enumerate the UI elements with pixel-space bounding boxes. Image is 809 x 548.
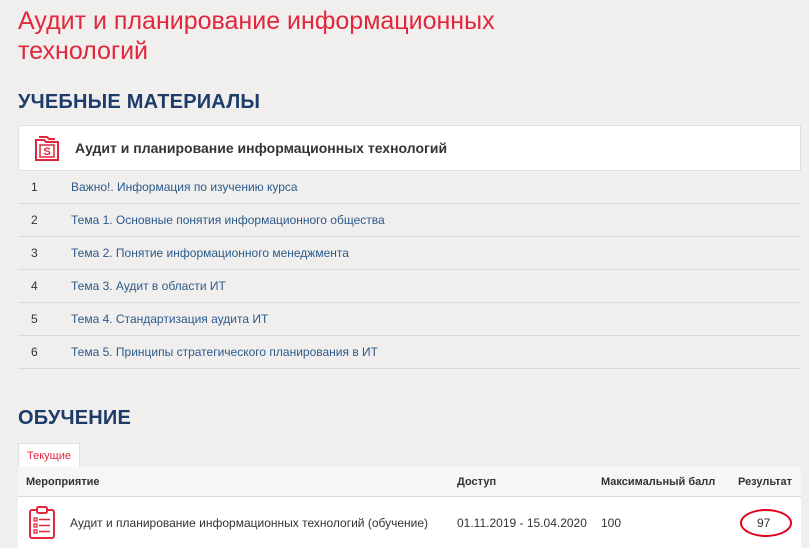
learning-table: Мероприятие Доступ Максимальный балл Рез… xyxy=(18,467,801,548)
materials-list: 1 Важно!. Информация по изучению курса 2… xyxy=(18,171,801,369)
list-item: 4 Тема 3. Аудит в области ИТ xyxy=(18,270,801,303)
material-link[interactable]: Тема 3. Аудит в области ИТ xyxy=(71,279,226,293)
material-link[interactable]: Важно!. Информация по изучению курса xyxy=(71,180,298,194)
material-link[interactable]: Тема 5. Принципы стратегического планиро… xyxy=(71,345,378,359)
file-s-icon: S xyxy=(35,136,59,161)
page-title: Аудит и планирование информационных техн… xyxy=(18,7,495,65)
material-link[interactable]: Тема 1. Основные понятия информационного… xyxy=(71,213,385,227)
materials-section-title: УЧЕБНЫЕ МАТЕРИАЛЫ xyxy=(18,91,261,113)
item-number: 5 xyxy=(31,312,38,326)
header-event: Мероприятие xyxy=(26,475,100,488)
material-link[interactable]: Тема 4. Стандартизация аудита ИТ xyxy=(71,312,268,326)
list-item: 5 Тема 4. Стандартизация аудита ИТ xyxy=(18,303,801,336)
result-cell: 97 xyxy=(738,509,801,537)
event-cell: Аудит и планирование информационных техн… xyxy=(18,506,457,540)
item-number: 1 xyxy=(31,180,38,194)
course-name[interactable]: Аудит и планирование информационных техн… xyxy=(75,140,447,156)
list-item: 6 Тема 5. Принципы стратегического плани… xyxy=(18,336,801,369)
material-link[interactable]: Тема 2. Понятие информационного менеджме… xyxy=(71,246,349,260)
highlight-circle xyxy=(740,509,792,537)
table-header: Мероприятие Доступ Максимальный балл Рез… xyxy=(18,467,801,497)
list-item: 2 Тема 1. Основные понятия информационно… xyxy=(18,204,801,237)
header-result: Результат xyxy=(738,475,793,488)
item-number: 3 xyxy=(31,246,38,260)
header-access: Доступ xyxy=(457,475,497,488)
learning-section-title: ОБУЧЕНИЕ xyxy=(18,407,132,429)
event-name[interactable]: Аудит и планирование информационных техн… xyxy=(70,516,428,530)
tab-current[interactable]: Текущие xyxy=(18,443,80,467)
header-max-score: Максимальный балл xyxy=(601,475,716,488)
item-number: 6 xyxy=(31,345,38,359)
item-number: 4 xyxy=(31,279,38,293)
clipboard-list-icon xyxy=(29,506,55,539)
access-dates: 01.11.2019 - 15.04.2020 xyxy=(457,516,587,530)
result-highlight: 97 xyxy=(738,509,792,537)
max-score: 100 xyxy=(601,516,622,530)
list-item: 1 Важно!. Информация по изучению курса xyxy=(18,171,801,204)
course-card[interactable]: S Аудит и планирование информационных те… xyxy=(18,125,801,171)
item-number: 2 xyxy=(31,213,38,227)
svg-text:S: S xyxy=(43,146,50,158)
list-item: 3 Тема 2. Понятие информационного менедж… xyxy=(18,237,801,270)
table-row[interactable]: Аудит и планирование информационных техн… xyxy=(18,497,801,548)
